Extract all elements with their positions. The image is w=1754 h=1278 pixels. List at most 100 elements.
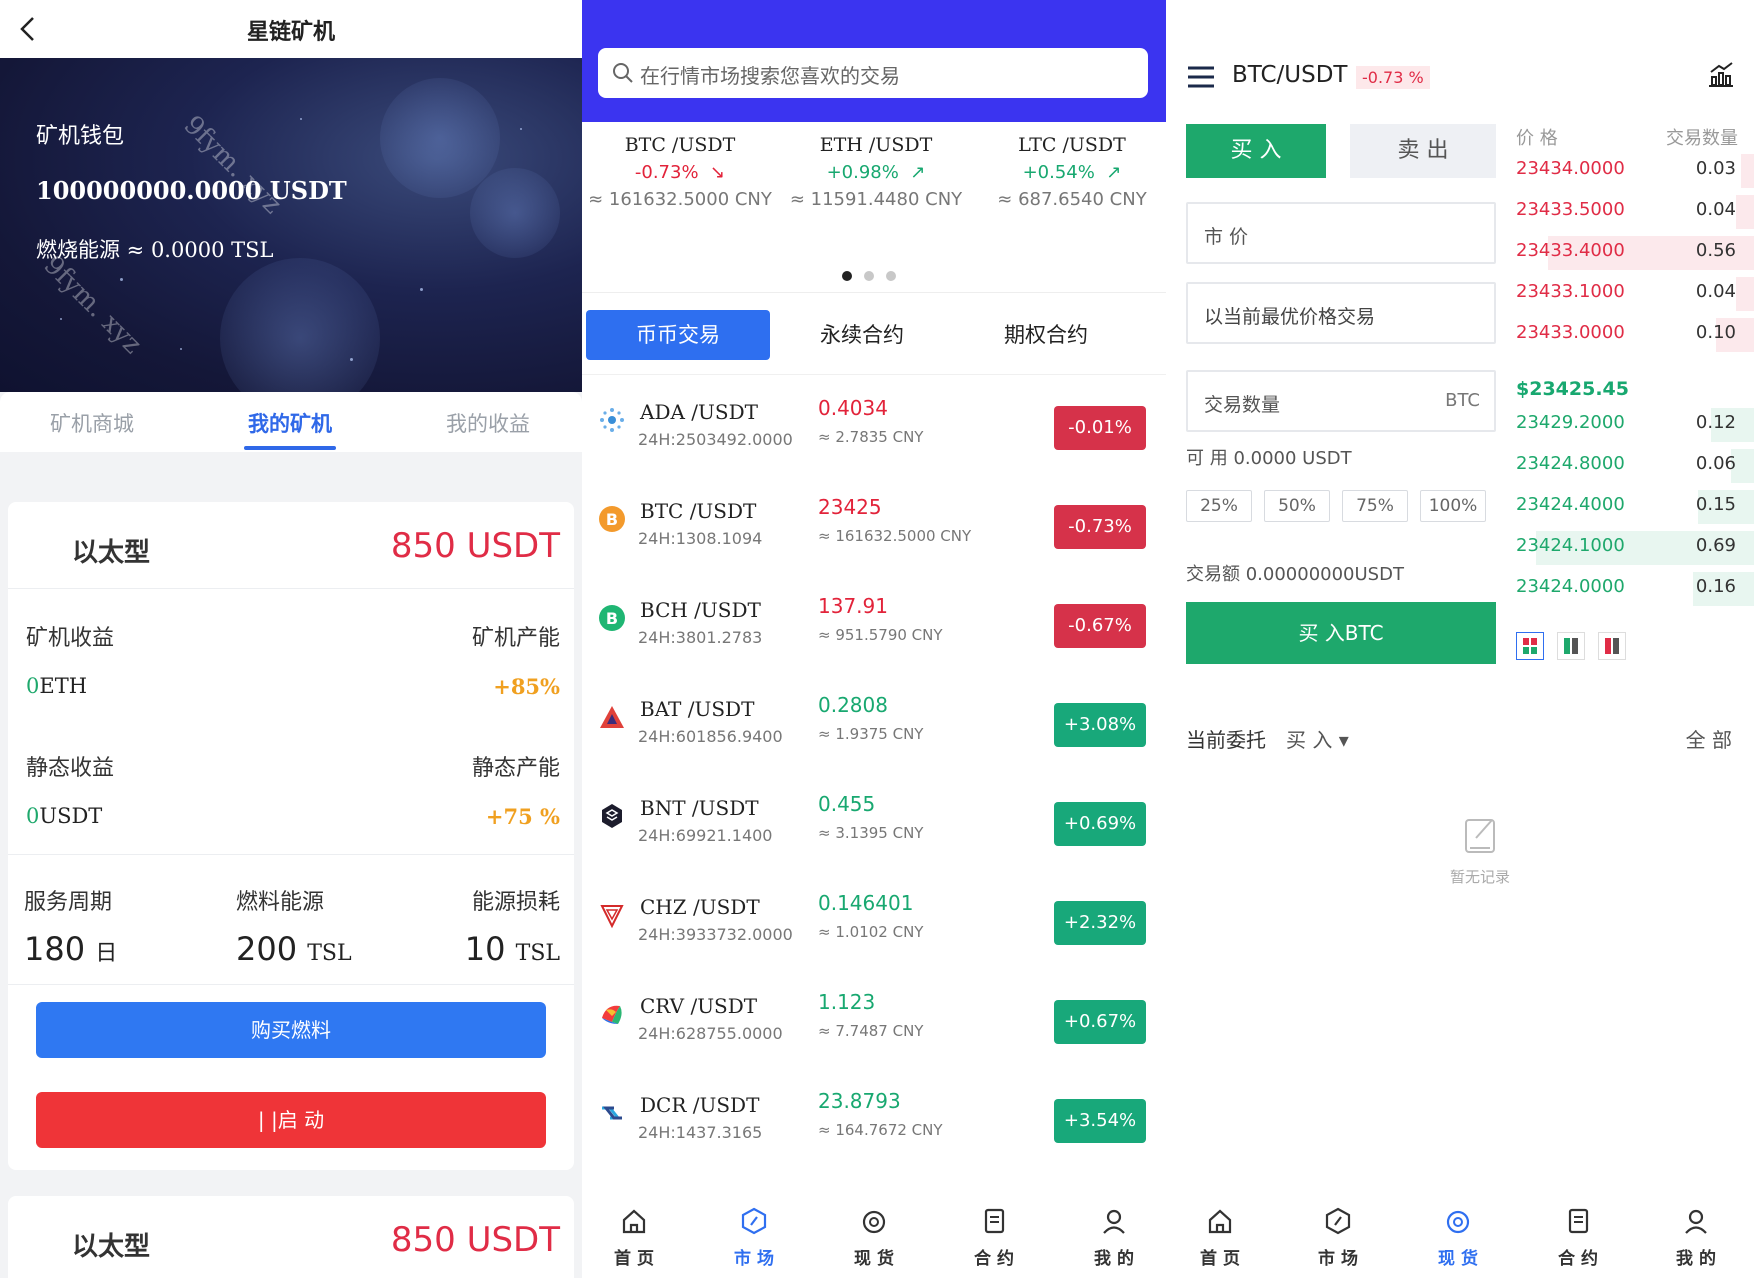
orders-filter-dropdown[interactable]: 买 入 ▾: [1286, 724, 1349, 753]
pct-25-button[interactable]: 25%: [1186, 490, 1252, 522]
start-button[interactable]: | |启 动: [36, 1092, 546, 1148]
market-row[interactable]: B BCH /USDT 24H:3801.2783 137.91 ≈ 951.5790 …: [582, 586, 1166, 685]
change-badge[interactable]: -0.67%: [1054, 604, 1146, 648]
cny-price: ≈ 7.7487 CNY: [818, 1022, 924, 1040]
buy-fuel-button[interactable]: 购买燃料: [36, 1002, 546, 1058]
miner-price: 850 USDT: [390, 526, 560, 566]
tab-my-earnings[interactable]: 我的收益: [408, 408, 568, 438]
last-price: 1.123: [818, 990, 876, 1014]
bid-row[interactable]: 23424.1000 0.69: [1500, 527, 1754, 569]
dcr-icon: [598, 1099, 626, 1127]
ask-row[interactable]: 23433.5000 0.04: [1500, 191, 1754, 233]
pct-75-button[interactable]: 75%: [1342, 490, 1408, 522]
available-balance: 可 用 0.0000 USDT: [1186, 448, 1352, 469]
bid-row[interactable]: 23424.4000 0.15: [1500, 486, 1754, 528]
ask-row[interactable]: 23433.0000 0.10: [1500, 314, 1754, 356]
price-field[interactable]: 以当前最优价格交易: [1186, 282, 1496, 344]
nav-market[interactable]: 市 场: [714, 1206, 794, 1269]
orderbook-price-header: 价 格: [1516, 128, 1558, 149]
change-badge[interactable]: -0.01%: [1054, 406, 1146, 450]
ask-row[interactable]: 23434.0000 0.03: [1500, 150, 1754, 192]
ticker-ltc[interactable]: LTC /USDT +0.54% ↗ ≈ 687.6540 CNY: [974, 134, 1166, 210]
bid-row[interactable]: 23429.2000 0.12: [1500, 404, 1754, 446]
machine-income-value: 0ETH: [26, 674, 88, 698]
ask-row[interactable]: 23433.1000 0.04: [1500, 273, 1754, 315]
cny-price: ≈ 1.9375 CNY: [818, 725, 924, 743]
last-price: 0.455: [818, 792, 876, 816]
nav-home[interactable]: 首 页: [594, 1206, 674, 1269]
ask-price: 23433.4000: [1516, 240, 1625, 261]
market-row[interactable]: ADA /USDT 24H:2503492.0000 0.4034 ≈ 2.7835 …: [582, 388, 1166, 487]
contract-icon: [984, 1208, 1005, 1234]
market-row[interactable]: BAT /USDT 24H:601856.9400 0.2808 ≈ 1.9375 C…: [582, 685, 1166, 784]
market-row[interactable]: CRV /USDT 24H:628755.0000 1.123 ≈ 7.7487 CN…: [582, 982, 1166, 1081]
menu-icon[interactable]: [1186, 64, 1216, 90]
ticker-btc[interactable]: BTC /USDT -0.73% ↘ ≈ 161632.5000 CNY: [582, 134, 778, 210]
view-both-icon[interactable]: [1516, 632, 1544, 660]
miner-card: 以太型 850 USDT 矿机收益 矿机产能 0ETH +85% 静态收益 静态…: [8, 502, 574, 1170]
orders-all-link[interactable]: 全 部: [1686, 724, 1732, 753]
nav-market[interactable]: 市 场: [1298, 1206, 1378, 1269]
bch-icon: B: [598, 604, 626, 632]
bottom-nav: 首 页 市 场 现 货 合 约 我 的: [1166, 1192, 1754, 1278]
profile-icon: [1685, 1209, 1707, 1234]
market-row[interactable]: CHZ /USDT 24H:3933732.0000 0.146401 ≈ 1.010…: [582, 883, 1166, 982]
bid-row[interactable]: 23424.8000 0.06: [1500, 445, 1754, 487]
nav-contract[interactable]: 合 约: [954, 1206, 1034, 1269]
pair-name: CRV /USDT: [640, 994, 758, 1018]
ask-row[interactable]: 23433.4000 0.56: [1500, 232, 1754, 274]
sell-tab[interactable]: 卖 出: [1350, 124, 1496, 178]
buy-tab[interactable]: 买 入: [1186, 124, 1326, 178]
market-row[interactable]: B BTC /USDT 24H:1308.1094 23425 ≈ 161632.500…: [582, 487, 1166, 586]
carousel-dots[interactable]: [842, 266, 908, 285]
tab-options[interactable]: 期权合约: [954, 310, 1138, 360]
home-icon: [622, 1209, 646, 1234]
change-badge[interactable]: +3.08%: [1054, 703, 1146, 747]
bid-price: 23424.8000: [1516, 453, 1625, 474]
kline-chart-icon[interactable]: [1706, 60, 1736, 90]
change-badge[interactable]: +0.67%: [1054, 1000, 1146, 1044]
miner-type: 以太型: [72, 538, 151, 568]
miner-price: 850 USDT: [390, 1220, 560, 1260]
nav-contract[interactable]: 合 约: [1538, 1206, 1618, 1269]
nav-home[interactable]: 首 页: [1180, 1206, 1260, 1269]
change-badge[interactable]: -0.73%: [1054, 505, 1146, 549]
bid-qty: 0.69: [1695, 535, 1736, 556]
trading-pair[interactable]: BTC/USDT: [1232, 62, 1347, 88]
market-row[interactable]: DCR /USDT 24H:1437.3165 23.8793 ≈ 164.7672 …: [582, 1081, 1166, 1180]
nav-profile[interactable]: 我 的: [1656, 1206, 1736, 1269]
market-row[interactable]: BNT /USDT 24H:69921.1400 0.455 ≈ 3.1395 CNY…: [582, 784, 1166, 883]
nav-profile[interactable]: 我 的: [1074, 1206, 1154, 1269]
change-badge[interactable]: +2.32%: [1054, 901, 1146, 945]
view-asks-icon[interactable]: [1598, 632, 1627, 660]
page-title: 星链矿机: [246, 20, 335, 45]
pct-100-button[interactable]: 100%: [1420, 490, 1486, 522]
change-badge[interactable]: +0.69%: [1054, 802, 1146, 846]
pair-name: ADA /USDT: [640, 400, 758, 424]
order-type-select[interactable]: 市 价: [1186, 202, 1496, 264]
pct-50-button[interactable]: 50%: [1264, 490, 1330, 522]
ask-qty: 0.03: [1695, 158, 1736, 179]
market-icon: [1325, 1207, 1351, 1235]
ticker-eth[interactable]: ETH /USDT +0.98% ↗ ≈ 11591.4480 CNY: [778, 134, 974, 210]
nav-spot[interactable]: 现 货: [834, 1206, 914, 1269]
tab-spot-trading[interactable]: 币币交易: [586, 310, 770, 360]
tab-my-miners[interactable]: 我的矿机: [210, 408, 370, 438]
tab-perpetual[interactable]: 永续合约: [770, 310, 954, 360]
search-input[interactable]: 在行情市场搜索您喜欢的交易: [598, 48, 1148, 98]
nav-spot[interactable]: 现 货: [1418, 1206, 1498, 1269]
quantity-field[interactable]: 交易数量 BTC: [1186, 370, 1496, 432]
cny-price: ≈ 2.7835 CNY: [818, 428, 924, 446]
cny-price: ≈ 164.7672 CNY: [818, 1121, 943, 1139]
svg-text:B: B: [606, 510, 618, 529]
service-period-label: 服务周期: [24, 890, 113, 915]
miner-card-2: 以太型 850 USDT: [8, 1196, 574, 1278]
tab-miner-store[interactable]: 矿机商城: [12, 408, 172, 438]
market-panel: 在行情市场搜索您喜欢的交易 BTC /USDT -0.73% ↘ ≈ 16163…: [582, 0, 1166, 1278]
bid-row[interactable]: 23424.0000 0.16: [1500, 568, 1754, 610]
volume-24h: 24H:3933732.0000: [638, 925, 793, 944]
search-placeholder: 在行情市场搜索您喜欢的交易: [640, 64, 900, 88]
view-bids-icon[interactable]: [1557, 632, 1586, 660]
change-badge[interactable]: +3.54%: [1054, 1099, 1146, 1143]
buy-btc-button[interactable]: 买 入BTC: [1186, 602, 1496, 664]
